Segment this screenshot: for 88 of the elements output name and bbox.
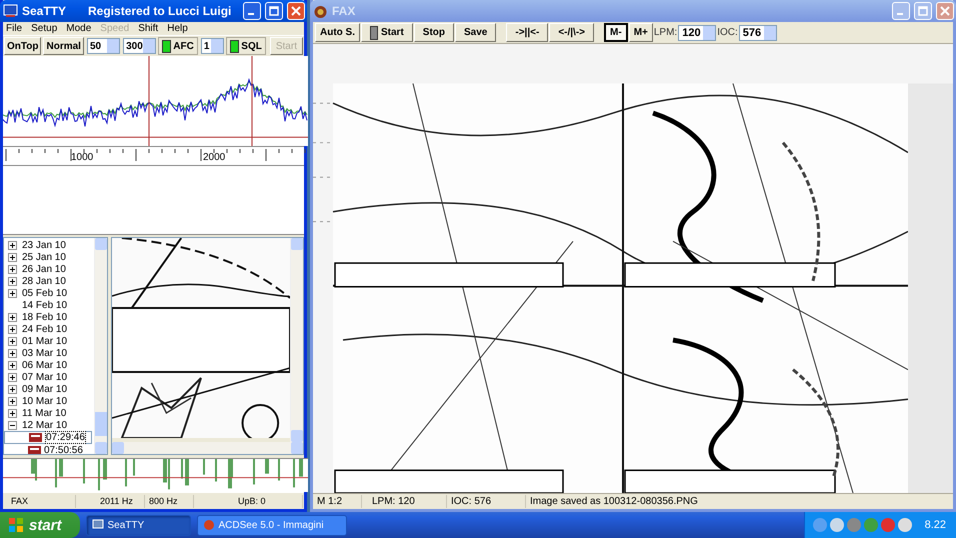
scale-label: 2000 [203, 152, 226, 163]
app-icon [313, 4, 328, 18]
status-text: M 1:2 [313, 495, 362, 508]
app-icon [3, 3, 18, 18]
expand-icon [8, 372, 17, 382]
menu-item[interactable]: Mode [66, 22, 92, 34]
tree-item[interactable]: 09 Mar 10 [4, 383, 94, 396]
menu-item[interactable]: Help [167, 22, 188, 34]
expand-icon [8, 252, 17, 262]
toggle-check[interactable]: SQL [226, 37, 266, 56]
maximize-icon [918, 6, 928, 16]
scrollbar[interactable] [290, 238, 303, 442]
tree-item[interactable]: 12 Mar 10 [4, 419, 94, 432]
tree-item[interactable]: 18 Feb 10 [4, 311, 94, 324]
tree-item[interactable]: 14 Feb 10 [4, 299, 94, 312]
taskbar-button[interactable]: ACDSee 5.0 - Immagini [196, 514, 347, 536]
clock: 8.22 [924, 519, 946, 531]
scale-label: 1000 [71, 152, 94, 163]
tree-item[interactable]: 07:50:56 [4, 444, 94, 454]
tree-item[interactable]: 25 Jan 10 [4, 251, 94, 264]
tray-icon[interactable] [830, 518, 844, 532]
expand-icon [8, 276, 17, 286]
tree-item[interactable]: 10 Mar 10 [4, 395, 94, 408]
window-title: SeaTTY [22, 4, 66, 18]
expand-icon [8, 384, 17, 394]
status-text: FAX [3, 494, 76, 508]
tree-item[interactable]: 03 Mar 10 [4, 347, 94, 360]
expand-icon [8, 324, 17, 334]
app-icon [92, 519, 104, 531]
expand-icon [8, 360, 17, 370]
menu-item[interactable]: File [6, 22, 22, 34]
spin-field[interactable]: 300 [123, 38, 156, 54]
expand-icon [8, 336, 17, 346]
expand-icon [8, 288, 17, 298]
tree-item[interactable]: 07 Mar 10 [4, 371, 94, 384]
toolbar-button[interactable]: Normal [43, 37, 84, 56]
scrollbar[interactable] [94, 238, 107, 454]
tray-icon[interactable] [812, 518, 827, 532]
expand-icon [8, 408, 17, 418]
expand-icon [8, 240, 17, 250]
spin-field[interactable]: 1 [200, 38, 224, 54]
close-icon [291, 6, 301, 16]
taskbar-button[interactable]: SeaTTY [86, 514, 191, 536]
toggle-check[interactable]: AFC [158, 37, 198, 56]
scrollbar[interactable] [112, 442, 303, 454]
expand-icon [8, 396, 17, 406]
tree-item[interactable]: 05 Feb 10 [4, 287, 94, 300]
window-title: FAX [332, 4, 356, 18]
minimize-button[interactable] [243, 2, 261, 20]
tree-item[interactable]: 01 Mar 10 [4, 335, 94, 348]
start-button[interactable]: start [0, 512, 80, 538]
minimize-icon [248, 12, 254, 15]
status-text: LPM: 120 [362, 495, 447, 508]
registration-text: Registered to Lucci Luigi [88, 4, 232, 18]
status-text: 2011 Hz [96, 494, 145, 508]
field-label: IOC: [717, 27, 738, 38]
tree-item[interactable]: 28 Jan 10 [4, 275, 94, 288]
status-text: IOC: 576 [447, 495, 526, 508]
status-text: Image saved as 100312-080356.PNG [529, 495, 699, 508]
menu-item[interactable]: Shift [138, 22, 158, 34]
tray-icon[interactable] [864, 518, 878, 532]
status-text: UpB: 0 [234, 494, 303, 508]
close-button[interactable] [287, 2, 305, 20]
image-file-icon [29, 432, 42, 444]
tray-icon[interactable] [880, 518, 895, 532]
status-text: 800 Hz [145, 494, 194, 508]
close-icon [940, 6, 950, 16]
maximize-icon [269, 6, 279, 16]
windows-logo-icon [8, 517, 24, 533]
minimize-icon [896, 13, 902, 15]
menu-item[interactable]: Setup [31, 22, 58, 34]
expand-icon [8, 348, 17, 358]
tree-item[interactable]: 24 Feb 10 [4, 323, 94, 336]
tree-item[interactable]: 23 Jan 10 [4, 239, 94, 252]
field-label: LPM: [654, 27, 678, 38]
tree-item[interactable]: 11 Mar 10 [4, 407, 94, 420]
expand-icon [8, 264, 17, 274]
toolbar-button[interactable]: OnTop [4, 37, 42, 56]
expand-icon [8, 312, 17, 322]
maximize-button[interactable] [265, 2, 283, 20]
tree-item[interactable]: 06 Mar 10 [4, 359, 94, 372]
tree-item[interactable]: 07:29:46 [4, 431, 92, 444]
app-icon [202, 519, 215, 531]
collapse-icon [8, 420, 17, 430]
tray-icon[interactable] [898, 518, 912, 532]
spin-field[interactable]: 50 [86, 38, 120, 54]
tray-icon[interactable] [846, 518, 861, 532]
tree-item[interactable]: 26 Jan 10 [4, 263, 94, 276]
